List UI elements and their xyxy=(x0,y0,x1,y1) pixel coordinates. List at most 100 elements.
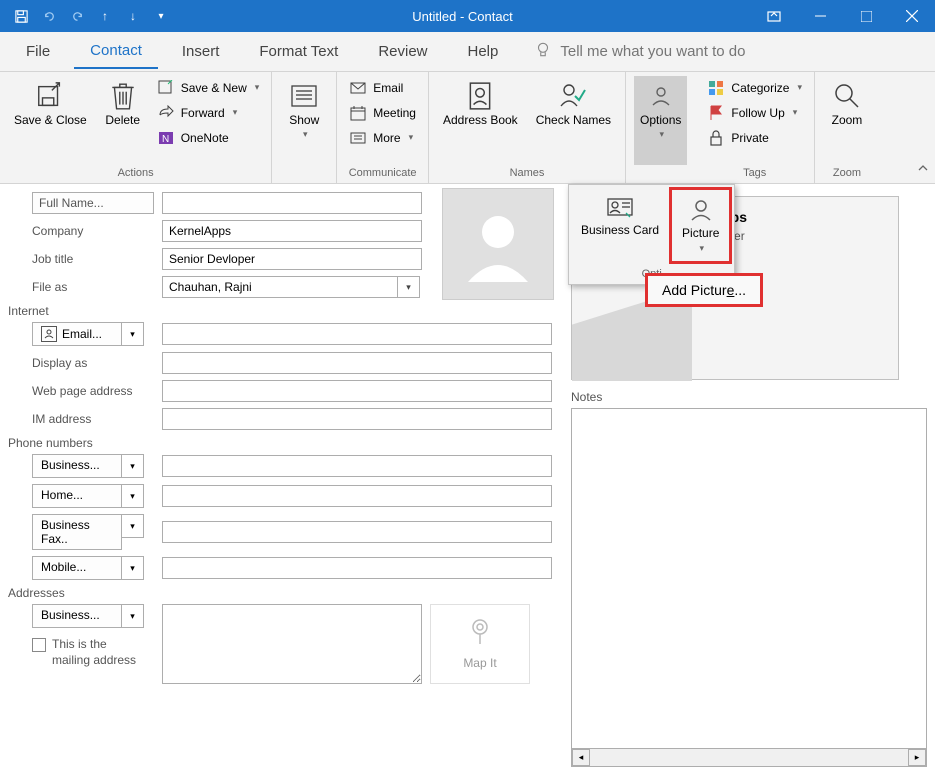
scroll-track[interactable] xyxy=(590,749,908,766)
phone3-dropdown[interactable]: ▾ xyxy=(122,514,144,538)
phone2-combo[interactable]: Home... xyxy=(32,484,122,508)
web-page-input[interactable] xyxy=(162,380,552,402)
window-title: Untitled - Contact xyxy=(174,9,751,24)
company-input[interactable] xyxy=(162,220,422,242)
redo-icon[interactable] xyxy=(64,4,90,28)
phone3-combo[interactable]: Business Fax.. xyxy=(32,514,122,550)
email-combo-label: Email... xyxy=(62,327,102,341)
window-controls xyxy=(751,0,935,32)
tell-me-search[interactable] xyxy=(534,41,935,63)
address-book-button[interactable]: Address Book xyxy=(437,76,524,165)
file-as-input[interactable] xyxy=(162,276,398,298)
show-button[interactable]: Show▾ xyxy=(280,76,328,165)
tell-me-input[interactable] xyxy=(560,43,820,60)
check-names-icon xyxy=(557,80,589,112)
save-close-label: Save & Close xyxy=(14,114,87,127)
forward-button[interactable]: Forward▾ xyxy=(153,101,264,124)
more-button[interactable]: More▾ xyxy=(345,126,420,149)
onenote-button[interactable]: NOneNote xyxy=(153,126,264,149)
categorize-icon xyxy=(707,79,725,97)
email-combo-dropdown[interactable]: ▾ xyxy=(122,322,144,346)
notes-textarea[interactable]: ◂ ▸ xyxy=(571,408,927,767)
addr-combo[interactable]: Business... xyxy=(32,604,122,628)
phone1-input[interactable] xyxy=(162,455,552,477)
group-zoom: Zoom Zoom xyxy=(815,72,879,183)
notes-label: Notes xyxy=(571,390,927,404)
file-as-dropdown[interactable]: ▾ xyxy=(398,276,420,298)
full-name-button[interactable]: Full Name... xyxy=(32,192,154,214)
address-textarea[interactable] xyxy=(162,604,422,684)
next-icon[interactable]: ↓ xyxy=(120,4,146,28)
job-title-label: Job title xyxy=(32,252,154,266)
qat-customize-icon[interactable]: ▾ xyxy=(148,4,174,28)
zoom-button[interactable]: Zoom xyxy=(823,76,871,165)
tab-insert[interactable]: Insert xyxy=(166,35,236,68)
ribbon-mode-icon[interactable] xyxy=(751,0,797,32)
phone-header: Phone numbers xyxy=(8,436,563,450)
phone2-dropdown[interactable]: ▾ xyxy=(122,484,144,508)
mailing-checkbox[interactable] xyxy=(32,638,46,652)
svg-text:N: N xyxy=(162,134,169,145)
zoom-label: Zoom xyxy=(832,114,863,127)
display-as-input[interactable] xyxy=(162,352,552,374)
check-names-label: Check Names xyxy=(536,114,611,127)
notes-scrollbar: ◂ ▸ xyxy=(572,748,926,766)
full-name-input[interactable] xyxy=(162,192,422,214)
tab-review[interactable]: Review xyxy=(362,35,443,68)
check-names-button[interactable]: Check Names xyxy=(530,76,617,165)
meeting-button[interactable]: Meeting xyxy=(345,101,420,124)
card-icon xyxy=(41,326,57,342)
save-close-button[interactable]: Save & Close xyxy=(8,76,93,165)
collapse-ribbon-icon[interactable] xyxy=(917,162,929,177)
add-picture-menuitem[interactable]: Add Picture... xyxy=(645,273,763,307)
save-new-button[interactable]: Save & New▾ xyxy=(153,76,264,99)
tab-file[interactable]: File xyxy=(10,35,66,68)
tab-format-text[interactable]: Format Text xyxy=(243,35,354,68)
undo-icon[interactable] xyxy=(36,4,62,28)
ribbon: Save & Close Delete Save & New▾ Forward▾… xyxy=(0,72,935,184)
group-communicate-label: Communicate xyxy=(345,165,420,181)
phone1-dropdown[interactable]: ▾ xyxy=(122,454,144,478)
group-actions: Save & Close Delete Save & New▾ Forward▾… xyxy=(0,72,272,183)
maximize-button[interactable] xyxy=(843,0,889,32)
phone4-dropdown[interactable]: ▾ xyxy=(122,556,144,580)
addr-dropdown[interactable]: ▾ xyxy=(122,604,144,628)
magnifier-icon xyxy=(831,80,863,112)
scroll-left-button[interactable]: ◂ xyxy=(572,749,590,766)
phone4-combo[interactable]: Mobile... xyxy=(32,556,122,580)
map-it-button[interactable]: Map It xyxy=(430,604,530,684)
save-icon[interactable] xyxy=(8,4,34,28)
tab-contact[interactable]: Contact xyxy=(74,34,158,69)
business-card-icon xyxy=(606,193,634,221)
categorize-button[interactable]: Categorize▾ xyxy=(703,76,806,99)
business-card-label: Business Card xyxy=(581,223,659,237)
map-it-label: Map It xyxy=(463,656,496,670)
options-dropdown-panel: Business Card Picture▾ Opti Add Picture.… xyxy=(568,184,735,285)
follow-up-button[interactable]: Follow Up▾ xyxy=(703,101,806,124)
business-card-button[interactable]: Business Card xyxy=(571,187,669,264)
im-input[interactable] xyxy=(162,408,552,430)
bulb-icon xyxy=(534,41,552,63)
tab-help[interactable]: Help xyxy=(452,35,515,68)
file-as-label: File as xyxy=(32,280,154,294)
email-combo-button[interactable]: Email... xyxy=(32,322,122,346)
options-button[interactable]: Options▾ xyxy=(634,76,687,165)
email-input[interactable] xyxy=(162,323,552,345)
phone1-combo[interactable]: Business... xyxy=(32,454,122,478)
delete-button[interactable]: Delete xyxy=(99,76,147,165)
previous-icon[interactable]: ↑ xyxy=(92,4,118,28)
phone4-input[interactable] xyxy=(162,557,552,579)
scroll-right-button[interactable]: ▸ xyxy=(908,749,926,766)
group-show-label xyxy=(280,165,328,181)
close-button[interactable] xyxy=(889,0,935,32)
private-button[interactable]: Private xyxy=(703,126,806,149)
minimize-button[interactable] xyxy=(797,0,843,32)
trash-icon xyxy=(107,80,139,112)
contact-photo-placeholder[interactable] xyxy=(442,188,554,300)
email-button[interactable]: Email xyxy=(345,76,420,99)
phone2-input[interactable] xyxy=(162,485,552,507)
group-options-label xyxy=(634,165,687,181)
job-title-input[interactable] xyxy=(162,248,422,270)
picture-button[interactable]: Picture▾ xyxy=(669,187,732,264)
phone3-input[interactable] xyxy=(162,521,552,543)
